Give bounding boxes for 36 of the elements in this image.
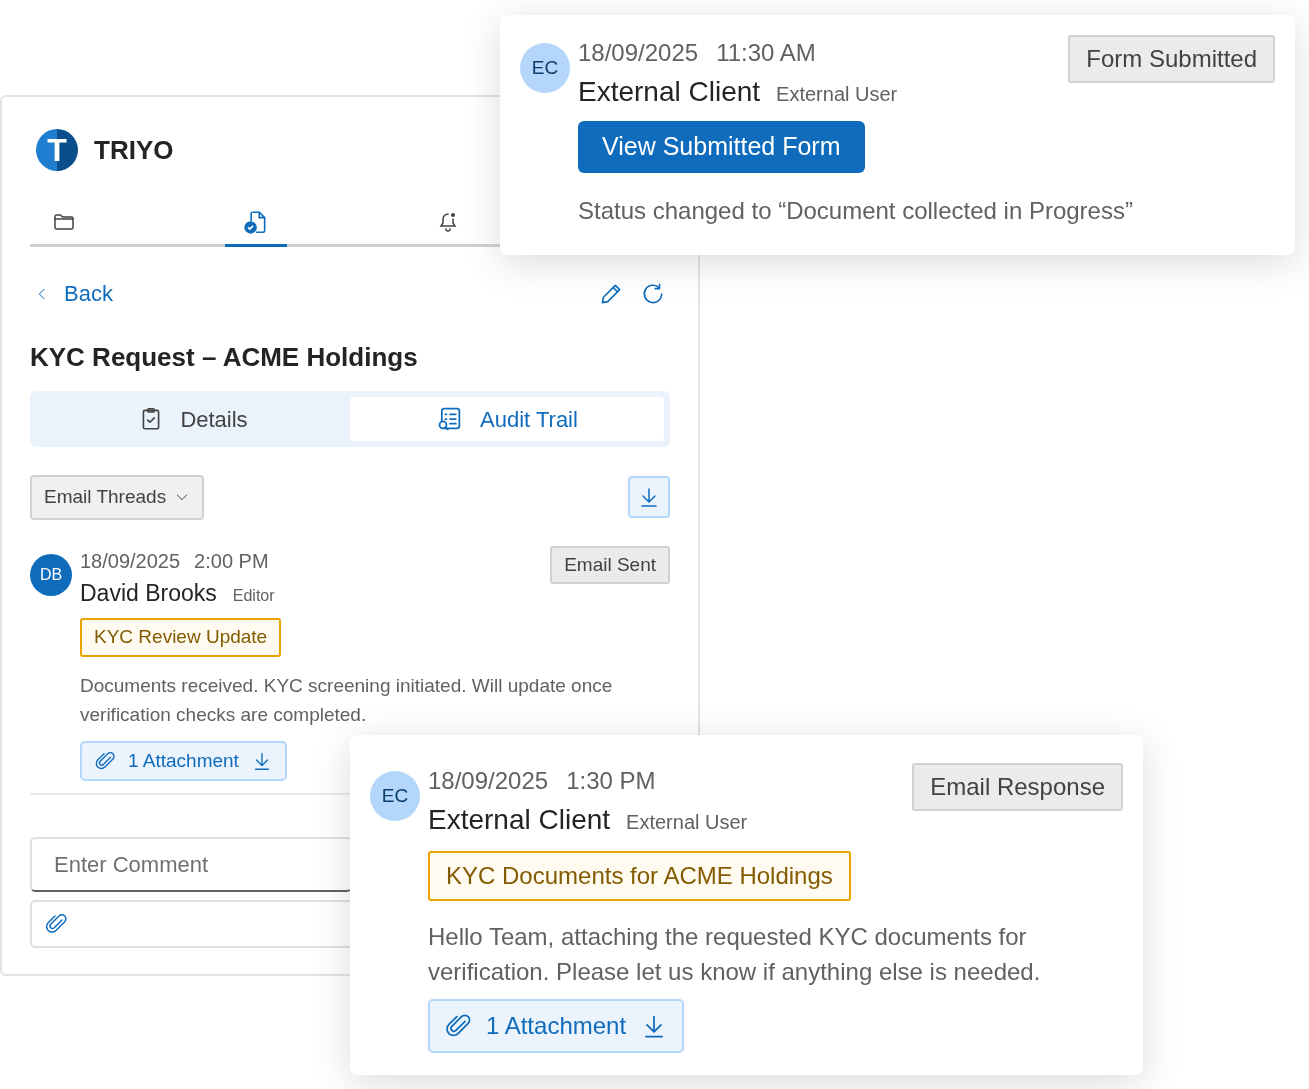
subject-tag: KYC Review Update <box>80 618 282 657</box>
avatar: EC <box>520 43 570 93</box>
attachment-button[interactable]: 1 Attachment <box>80 740 287 781</box>
author-name: External Client <box>428 803 611 837</box>
author-name: David Brooks <box>80 578 217 608</box>
subject-tag: KYC Documents for ACME Holdings <box>428 851 851 901</box>
author-role: External User <box>626 810 748 835</box>
app-name: TRIYO <box>94 133 174 167</box>
paperclip-icon <box>94 749 116 772</box>
avatar: EC <box>370 771 420 821</box>
back-link[interactable]: Back <box>30 277 113 310</box>
message-text: Documents received. KYC screening initiated. Will update once verification checks are completed. <box>80 673 614 727</box>
event-badge: Email Sent <box>550 545 670 584</box>
view-tab[interactable]: Details <box>36 397 350 441</box>
avatar: DB <box>30 553 72 596</box>
comment-field[interactable]: Enter Comment <box>30 837 352 892</box>
filter-dropdown[interactable]: Email Threads <box>30 475 205 520</box>
entry-date: 18/09/2025 <box>80 548 181 574</box>
page-title: KYC Request – ACME Holdings <box>30 341 419 374</box>
entry-date: 18/09/2025 <box>578 38 699 68</box>
author-role: External User <box>776 82 898 107</box>
attachment-button[interactable]: 1 Attachment <box>428 999 685 1053</box>
author-role: Editor <box>232 585 275 606</box>
message-text: Hello Team, attaching the requested KYC documents for verification. Please let us know if anything else is needed. <box>428 922 1042 987</box>
view-form-button[interactable]: View Submitted Form <box>578 121 865 173</box>
event-badge: Form Submitted <box>1068 35 1275 83</box>
download-button[interactable] <box>628 476 670 519</box>
author-name: External Client <box>578 75 761 109</box>
entry-time: 11:30 AM <box>716 38 816 68</box>
entry-date: 18/09/2025 <box>428 766 549 796</box>
entry-time: 2:00 PM <box>194 548 269 574</box>
logo: T <box>36 129 78 171</box>
entry-time: 1:30 PM <box>566 766 656 796</box>
view-tab[interactable]: Audit Trail <box>350 397 664 441</box>
status-text: Status changed to “Document collected in Progress” <box>578 195 1134 226</box>
event-badge: Email Response <box>912 763 1123 811</box>
